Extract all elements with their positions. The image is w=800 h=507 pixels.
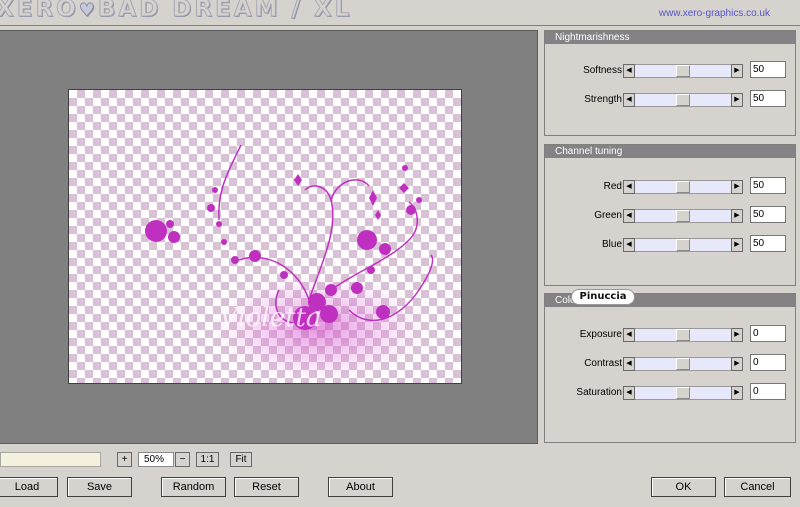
zoom-bar: + 50% − 1:1 Fit [0,452,538,468]
random-button[interactable]: Random [161,477,226,497]
slider-thumb[interactable] [676,358,690,370]
red-slider-row: Red ◀ ▶ 50 [545,177,795,194]
arrow-left-icon[interactable]: ◀ [623,180,635,194]
website-link[interactable]: www.xero-graphics.co.uk [659,8,770,19]
slider-label: Softness [583,65,622,76]
zoom-out-button[interactable]: − [175,452,190,467]
arrow-right-icon[interactable]: ▶ [731,386,743,400]
slider-thumb[interactable] [676,181,690,193]
strength-slider[interactable]: ◀ ▶ [623,93,743,107]
arrow-right-icon[interactable]: ▶ [731,209,743,223]
arrow-right-icon[interactable]: ▶ [731,357,743,371]
blue-slider-row: Blue ◀ ▶ 50 [545,235,795,252]
strength-slider-row: Strength ◀ ▶ 50 [545,90,795,107]
save-button[interactable]: Save [67,477,132,497]
about-button[interactable]: About [328,477,393,497]
slider-thumb[interactable] [676,329,690,341]
arrow-left-icon[interactable]: ◀ [623,93,635,107]
zoom-fit-button[interactable]: Fit [230,452,252,467]
softness-slider-row: Softness ◀ ▶ 50 [545,61,795,78]
strength-value-field[interactable]: 50 [750,90,786,107]
exposure-slider[interactable]: ◀ ▶ [623,328,743,342]
load-button[interactable]: Load [0,477,58,497]
zoom-in-button[interactable]: + [117,452,132,467]
channel-tuning-panel: Channel tuning Red ◀ ▶ 50 Green ◀ ▶ 50 B… [544,144,796,286]
slider-label: Red [603,181,622,192]
contrast-value-field[interactable]: 0 [750,354,786,371]
zoom-actual-size-button[interactable]: 1:1 [196,452,219,467]
slider-label: Blue [601,239,622,250]
title-bar: XERO♥BAD DREAM / XL www.xero-graphics.co… [0,0,800,26]
heart-icon: ♥ [78,0,98,22]
arrow-left-icon[interactable]: ◀ [623,64,635,78]
slider-thumb[interactable] [676,387,690,399]
slider-label: Saturation [576,387,622,398]
slider-label: Contrast [584,358,622,369]
preview-pane: Violetta [0,30,538,444]
contrast-slider-row: Contrast ◀ ▶ 0 [545,354,795,371]
preview-canvas[interactable]: Violetta [68,89,462,384]
panel-header: Nightmarishness [545,31,795,44]
slider-label: Strength [584,94,622,105]
arrow-left-icon[interactable]: ◀ [623,357,635,371]
blue-slider[interactable]: ◀ ▶ [623,238,743,252]
contrast-slider[interactable]: ◀ ▶ [623,357,743,371]
slider-label: Exposure [579,329,622,340]
softness-slider[interactable]: ◀ ▶ [623,64,743,78]
nightmarishness-panel: Nightmarishness Softness ◀ ▶ 50 Strength… [544,30,796,136]
arrow-right-icon[interactable]: ▶ [731,64,743,78]
color-panel: Color Exposure ◀ ▶ 0 Contrast ◀ ▶ 0 Satu… [544,293,796,443]
reset-button[interactable]: Reset [234,477,299,497]
exposure-value-field[interactable]: 0 [750,325,786,342]
slider-thumb[interactable] [676,65,690,77]
slider-thumb[interactable] [676,94,690,106]
arrow-right-icon[interactable]: ▶ [731,328,743,342]
svg-text:Violetta: Violetta [219,303,321,333]
saturation-value-field[interactable]: 0 [750,383,786,400]
red-slider[interactable]: ◀ ▶ [623,180,743,194]
watermark-badge: Pinuccia [571,289,635,305]
saturation-slider-row: Saturation ◀ ▶ 0 [545,383,795,400]
blue-value-field[interactable]: 50 [750,235,786,252]
red-value-field[interactable]: 50 [750,177,786,194]
arrow-right-icon[interactable]: ▶ [731,93,743,107]
ok-button[interactable]: OK [651,477,716,497]
arrow-left-icon[interactable]: ◀ [623,386,635,400]
arrow-left-icon[interactable]: ◀ [623,328,635,342]
arrow-right-icon[interactable]: ▶ [731,180,743,194]
preview-image: Violetta [145,144,434,383]
saturation-slider[interactable]: ◀ ▶ [623,386,743,400]
progress-bar [0,452,101,467]
arrow-left-icon[interactable]: ◀ [623,238,635,252]
app-logo: XERO♥BAD DREAM / XL [0,0,353,23]
slider-thumb[interactable] [676,239,690,251]
arrow-left-icon[interactable]: ◀ [623,209,635,223]
slider-thumb[interactable] [676,210,690,222]
green-value-field[interactable]: 50 [750,206,786,223]
panel-header: Channel tuning [545,145,795,158]
arrow-right-icon[interactable]: ▶ [731,238,743,252]
exposure-slider-row: Exposure ◀ ▶ 0 [545,325,795,342]
zoom-level-field[interactable]: 50% [138,452,174,467]
cancel-button[interactable]: Cancel [724,477,791,497]
softness-value-field[interactable]: 50 [750,61,786,78]
green-slider[interactable]: ◀ ▶ [623,209,743,223]
green-slider-row: Green ◀ ▶ 50 [545,206,795,223]
slider-label: Green [594,210,622,221]
